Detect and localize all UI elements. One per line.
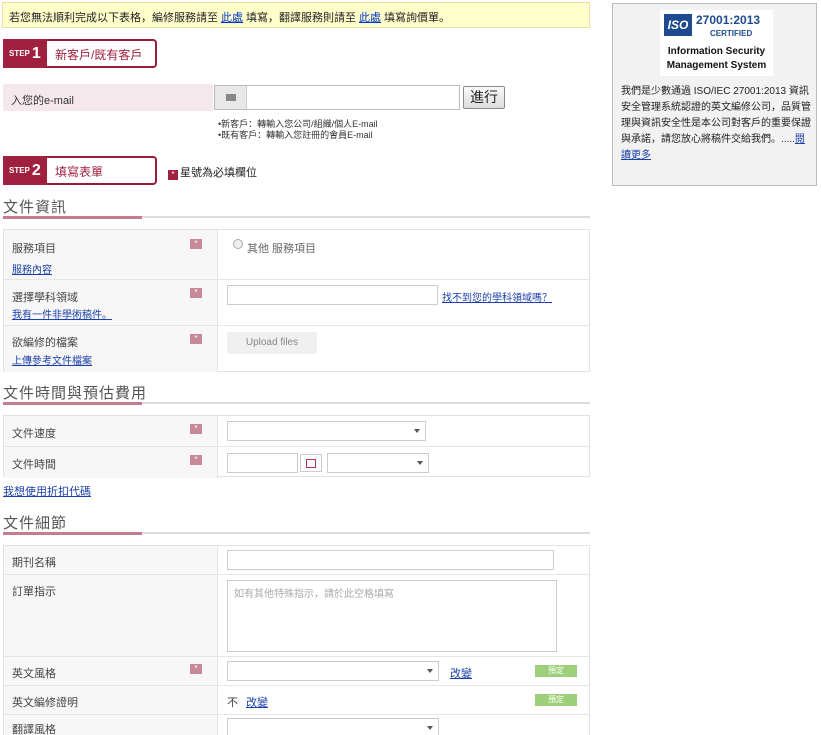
step-2-tag: STEP 2	[3, 156, 47, 185]
step-1-header: STEP 1 新客戶/既有客戶	[3, 39, 157, 68]
iso-standard-number: 27001:2013	[696, 13, 761, 27]
style-select[interactable]	[227, 661, 439, 681]
edit-note-change-link[interactable]: 改變	[246, 694, 268, 710]
service-label: 服務項目	[12, 243, 56, 255]
section-title-time-fee: 文件時間與預估費用	[3, 385, 148, 402]
discount-code-link[interactable]: 我想使用折扣代碼	[3, 483, 91, 499]
service-content-link[interactable]: 服務內容	[12, 261, 52, 276]
required-star-icon: *	[190, 288, 202, 298]
style-label: 英文風格	[12, 668, 56, 680]
step-2-label: 填寫表單	[55, 165, 104, 179]
iso-title-line-2: Management System	[666, 60, 767, 71]
journal-row: 期刊名稱	[4, 546, 589, 575]
upload-reference-link[interactable]: 上傳參考文件檔案	[12, 352, 92, 367]
section-divider	[3, 216, 590, 219]
speed-select[interactable]	[227, 421, 426, 441]
required-note: * 星號為必填欄位	[168, 164, 257, 180]
time-select[interactable]	[327, 453, 429, 473]
subject-input[interactable]	[227, 285, 438, 305]
step-1-label: 新客戶/既有客戶	[55, 48, 143, 62]
required-star-icon: *	[190, 664, 202, 674]
translate-style-label: 翻譯風格	[12, 724, 56, 735]
iso-logo-icon: ISO	[664, 14, 692, 36]
other-service-radio[interactable]	[233, 239, 243, 249]
hint-existing-client: •既有客戶：轉輸入您註冊的會員E-mail	[218, 130, 373, 140]
notice-text-3: 填寫詢價單。	[384, 12, 450, 24]
editing-form-link[interactable]: 此處	[221, 12, 243, 24]
edit-note-row: 英文編修證明 不 改變 預定	[4, 686, 589, 715]
chevron-down-icon	[417, 461, 423, 465]
section-divider	[3, 402, 590, 405]
time-row: 文件時間 *	[4, 447, 589, 478]
translate-style-select[interactable]	[227, 718, 439, 735]
required-note-text: 星號為必填欄位	[180, 167, 257, 179]
notice-bar: 若您無法順利完成以下表格，編修服務請至 此處 填寫，翻譯服務則請至 此處 填寫詢價單。	[2, 2, 590, 28]
section-title-details: 文件細節	[3, 515, 68, 532]
calendar-icon[interactable]	[300, 454, 322, 472]
iso-info-panel: ISO 27001:2013 CERTIFIED Information Sec…	[612, 3, 817, 186]
notice-text-1: 若您無法順利完成以下表格，編修服務請至	[9, 12, 218, 24]
style-row: 英文風格 * 改變 預定	[4, 657, 589, 686]
subject-label: 選擇學科領域	[12, 292, 78, 304]
style-change-link[interactable]: 改變	[450, 665, 472, 681]
section-divider	[3, 532, 590, 535]
details-table: 期刊名稱 訂單指示 如有其他特殊指示，請於此空格填寫 英文風格 * 改變 預定 …	[3, 545, 590, 735]
speed-row: 文件速度 *	[4, 416, 589, 447]
files-label: 欲編修的檔案	[12, 337, 78, 349]
time-label: 文件時間	[12, 459, 56, 471]
subject-row: 選擇學科領域 我有一件非學術稿件。 * 找不到您的學科領域嗎？	[4, 280, 589, 326]
time-table: 文件速度 * 文件時間 *	[3, 415, 590, 478]
subject-not-found-link[interactable]: 找不到您的學科領域嗎？	[442, 289, 552, 304]
translation-form-link[interactable]: 此處	[359, 12, 381, 24]
email-label: 入您的e-mail	[3, 84, 213, 111]
chevron-down-icon	[427, 669, 433, 673]
required-star-icon: *	[190, 455, 202, 465]
journal-label: 期刊名稱	[12, 557, 56, 569]
notice-text-2: 填寫，翻譯服務則請至	[246, 12, 356, 24]
journal-input[interactable]	[227, 550, 554, 570]
date-input[interactable]	[227, 453, 298, 473]
iso-badge: ISO 27001:2013 CERTIFIED Information Sec…	[660, 10, 773, 76]
required-star-icon: *	[168, 170, 178, 180]
proceed-button[interactable]: 進行	[463, 86, 505, 109]
non-academic-link[interactable]: 我有一件非學術稿件。	[12, 306, 112, 321]
edit-note-default-badge: 預定	[535, 694, 577, 706]
section-title-doc-info: 文件資訊	[3, 199, 68, 216]
service-row: 服務項目 服務內容 * 其他 服務項目	[4, 230, 589, 280]
envelope-icon	[215, 86, 247, 109]
speed-label: 文件速度	[12, 428, 56, 440]
instructions-textarea[interactable]: 如有其他特殊指示，請於此空格填寫	[227, 580, 557, 652]
email-field[interactable]	[214, 85, 460, 110]
instructions-label: 訂單指示	[12, 586, 56, 598]
style-default-badge: 預定	[535, 665, 577, 677]
edit-note-value: 不	[227, 697, 238, 709]
step-2-header: STEP 2 填寫表單	[3, 156, 157, 185]
upload-files-button[interactable]: Upload files	[227, 332, 317, 354]
other-service-label: 其他 服務項目	[247, 243, 317, 255]
chevron-down-icon	[414, 429, 420, 433]
instructions-row: 訂單指示 如有其他特殊指示，請於此空格填寫	[4, 575, 589, 657]
step-1-tag: STEP 1	[3, 39, 47, 68]
iso-title-line-1: Information Security	[667, 46, 766, 57]
required-star-icon: *	[190, 239, 202, 249]
edit-note-label: 英文編修證明	[12, 697, 78, 709]
required-star-icon: *	[190, 334, 202, 344]
iso-certified-label: CERTIFIED	[710, 29, 753, 38]
required-star-icon: *	[190, 424, 202, 434]
translate-style-row: 翻譯風格	[4, 715, 589, 735]
iso-description-text: 我們是少數通過 ISO/IEC 27001:2013 資訊安全管理系統認證的英文…	[621, 86, 811, 145]
iso-description: 我們是少數通過 ISO/IEC 27001:2013 資訊安全管理系統認證的英文…	[621, 84, 813, 164]
chevron-down-icon	[427, 726, 433, 730]
